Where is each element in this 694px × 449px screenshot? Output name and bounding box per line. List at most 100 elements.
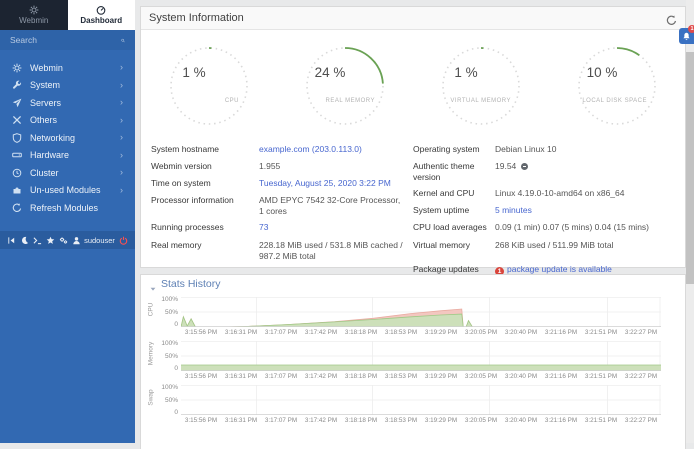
sidebar-item-servers[interactable]: Servers› (0, 94, 135, 112)
info-label: Operating system (413, 144, 495, 156)
current-user-name: sudouser (84, 236, 115, 245)
search-input[interactable] (10, 35, 121, 45)
sidebar-item-hardware[interactable]: Hardware› (0, 147, 135, 165)
sidebar-item-system[interactable]: System› (0, 77, 135, 95)
scrollbar-thumb[interactable] (686, 52, 694, 284)
info-row-system-hostname: System hostnameexample.com (203.0.113.0) (151, 141, 403, 158)
search-icon (121, 36, 125, 45)
hdd-icon (12, 150, 22, 160)
sidebar: Webmin Dashboard Webmin›System›Servers›O… (0, 0, 135, 443)
refresh-page-button[interactable] (666, 13, 677, 24)
night-mode-icon[interactable] (20, 236, 29, 245)
gauge-cpu: 1 %CPU (141, 40, 277, 132)
info-row-real-memory: Real memory228.18 MiB used / 531.8 MiB c… (151, 237, 403, 264)
user-icon (72, 236, 81, 245)
star-icon (46, 236, 55, 245)
chevron-right-icon: › (120, 116, 123, 125)
chart-x-labels: 3:15:56 PM3:16:31 PM3:17:07 PM3:17:42 PM… (181, 373, 661, 380)
sidebar-item-label: Un-used Modules (30, 185, 101, 195)
theme-settings-icon[interactable] (59, 236, 68, 245)
wrench-icon (12, 80, 22, 90)
chart-y-labels: 100%50%0 (157, 385, 181, 416)
chart-plot: 3:15:56 PM3:16:31 PM3:17:07 PM3:17:42 PM… (181, 297, 677, 336)
info-value: Debian Linux 10 (495, 144, 665, 156)
stats-history-title: Stats History (161, 278, 221, 290)
info-value: example.com (203.0.113.0) (259, 144, 403, 156)
chart-plot: 3:15:56 PM3:16:31 PM3:17:07 PM3:17:42 PM… (181, 385, 677, 424)
sidebar-item-label: Refresh Modules (30, 203, 98, 213)
terminal-icon[interactable] (33, 236, 42, 245)
sidebar-item-label: System (30, 80, 60, 90)
system-information-header: System Information (141, 7, 685, 30)
info-value: 5 minutes (495, 205, 665, 217)
sidebar-item-un-used-modules[interactable]: Un-used Modules › (0, 182, 135, 200)
gauges-row: 1 %CPU24 %REAL MEMORY1 %VIRTUAL MEMORY10… (141, 30, 685, 132)
collapse-icon (7, 236, 16, 245)
sidebar-item-label: Hardware (30, 150, 69, 160)
chart-x-labels: 3:15:56 PM3:16:31 PM3:17:07 PM3:17:42 PM… (181, 329, 661, 336)
collapse-sidebar-icon[interactable] (7, 236, 16, 245)
tab-webmin-label: Webmin (19, 17, 48, 25)
sidebar-item-networking[interactable]: Networking› (0, 129, 135, 147)
webmin-gear-icon (29, 5, 39, 15)
sidebar-footer: sudouser (0, 231, 135, 249)
sidebar-item-label: Networking (30, 133, 75, 143)
sidebar-item-label: Servers (30, 98, 61, 108)
stats-charts: CPU100%50%03:15:56 PM3:16:31 PM3:17:07 P… (141, 292, 685, 424)
chart-y-labels: 100%50%0 (157, 297, 181, 328)
sidebar-item-cluster[interactable]: Cluster› (0, 164, 135, 182)
chevron-right-icon: › (120, 63, 123, 72)
gear-icon (12, 63, 22, 73)
stats-history-card: Stats History CPU100%50%03:15:56 PM3:16:… (140, 274, 686, 449)
chart-y-labels: 100%50%0 (157, 341, 181, 372)
info-row-authentic-theme-version: Authentic theme version19.54 (413, 158, 665, 185)
page-title: System Information (149, 12, 244, 24)
info-label: Running processes (151, 222, 259, 234)
info-label: Time on system (151, 178, 259, 190)
sidebar-item-webmin[interactable]: Webmin › (0, 59, 135, 77)
stats-history-header[interactable]: Stats History (141, 275, 685, 292)
bell-icon (682, 32, 691, 41)
cogs-icon (59, 236, 68, 245)
info-value: Tuesday, August 25, 2020 3:22 PM (259, 178, 403, 190)
info-row-operating-system: Operating systemDebian Linux 10 (413, 141, 665, 158)
sidebar-item-refresh-modules[interactable]: Refresh Modules (0, 199, 135, 217)
chevron-right-icon: › (120, 186, 123, 195)
info-value-link[interactable]: example.com (203.0.113.0) (259, 144, 362, 154)
refresh-icon (666, 15, 677, 26)
favorites-icon[interactable] (46, 236, 55, 245)
info-value-link[interactable]: 5 minutes (495, 205, 532, 215)
logout-button[interactable] (119, 236, 128, 245)
chart-swap: Swap100%50%03:15:56 PM3:16:31 PM3:17:07 … (145, 385, 677, 424)
sidebar-item-others[interactable]: Others › (0, 112, 135, 130)
svg-text:1 %: 1 % (454, 65, 477, 80)
tab-webmin[interactable]: Webmin (0, 0, 68, 30)
info-row-cpu-load-averages: CPU load averages0.09 (1 min) 0.07 (5 mi… (413, 220, 665, 237)
sidebar-item-label: Others (30, 115, 57, 125)
info-row-webmin-version: Webmin version1.955 (151, 158, 403, 175)
info-value-link[interactable]: 73 (259, 222, 268, 232)
info-label: System uptime (413, 205, 495, 217)
info-label: System hostname (151, 144, 259, 156)
tab-dashboard[interactable]: Dashboard (68, 0, 136, 30)
terminal-glyph-icon (33, 236, 42, 245)
current-user[interactable]: sudouser (72, 236, 115, 245)
info-value: 268 KiB used / 511.99 MiB total (495, 240, 665, 252)
theme-info-icon[interactable] (521, 163, 528, 170)
info-value-link[interactable]: package update is available (507, 264, 612, 274)
info-label: Processor information (151, 195, 259, 217)
info-row-system-uptime: System uptime5 minutes (413, 203, 665, 220)
chart-axis-title: CPU (148, 297, 155, 323)
notifications-bell-button[interactable]: 1 (679, 28, 694, 44)
dashboard-gauge-icon (96, 5, 106, 15)
sidebar-menu: Webmin›System›Servers›Others›Networking›… (0, 59, 135, 217)
svg-text:1 %: 1 % (182, 65, 205, 80)
refresh-icon (12, 203, 22, 213)
caret-down-icon (149, 280, 157, 288)
info-value-link[interactable]: Tuesday, August 25, 2020 3:22 PM (259, 178, 391, 188)
info-value: 19.54 (495, 161, 665, 183)
svg-text:10 %: 10 % (587, 65, 618, 80)
sidebar-item-label: Webmin (30, 63, 63, 73)
chart-x-labels: 3:15:56 PM3:16:31 PM3:17:07 PM3:17:42 PM… (181, 417, 661, 424)
tools-icon (12, 115, 22, 125)
